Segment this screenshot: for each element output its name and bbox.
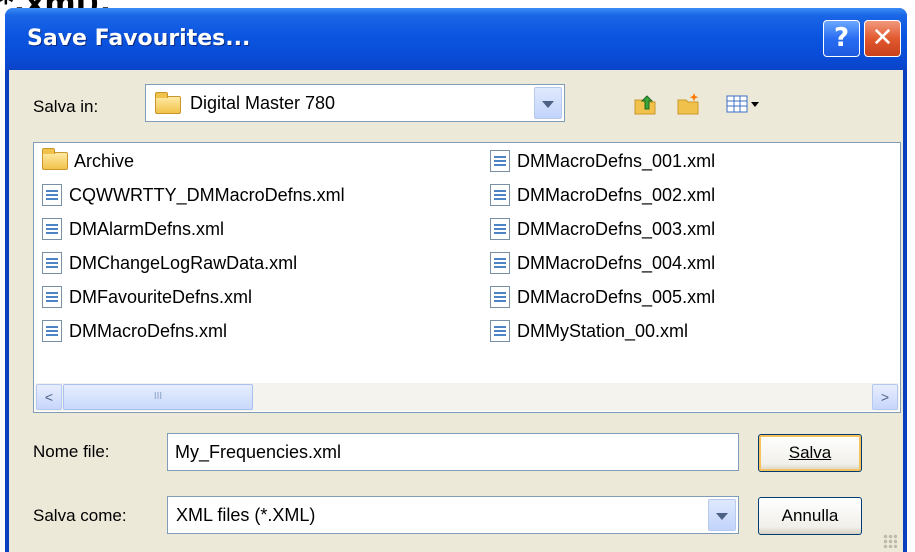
file-item[interactable]: DMAlarmDefns.xml [42,215,224,243]
xml-file-icon [490,286,510,308]
folder-icon [42,148,68,170]
file-name: DMMacroDefns_001.xml [517,150,716,171]
chevron-down-icon[interactable] [534,87,562,119]
save-in-label: Salva in: [33,97,99,116]
xml-file-icon [490,150,510,172]
horizontal-scrollbar[interactable]: < III > [35,383,899,411]
file-name: DMMacroDefns_005.xml [517,286,716,307]
xml-file-icon [490,252,510,274]
xml-file-icon [42,218,62,240]
file-item[interactable]: DMMyStation_00.xml [490,317,688,345]
filetype-label: Salva come: [33,506,127,525]
resize-grip-icon[interactable] [883,534,897,548]
new-folder-icon[interactable] [676,92,700,116]
file-item[interactable]: DMMacroDefns.xml [42,317,227,345]
close-button[interactable]: ✕ [864,20,901,57]
filetype-dropdown[interactable]: XML files (*.XML) [167,496,739,534]
dialog-body: Salva in: Digital Master 780 Archive CQWW… [9,70,903,552]
file-item[interactable]: DMFavouriteDefns.xml [42,283,252,311]
file-name: DMMacroDefns.xml [69,320,228,341]
scroll-right-button[interactable]: > [872,384,898,410]
folder-item[interactable]: Archive [42,147,134,175]
filename-input[interactable]: My_Frequencies.xml [167,433,739,471]
folder-icon [155,92,181,114]
file-name: Archive [74,150,135,171]
chevron-down-icon[interactable] [708,499,736,531]
cancel-button[interactable]: Annulla [758,497,862,535]
xml-file-icon [490,320,510,342]
xml-file-icon [490,184,510,206]
file-item[interactable]: DMMacroDefns_004.xml [490,249,715,277]
filename-label: Nome file: [33,442,110,461]
xml-file-icon [42,184,62,206]
up-folder-icon[interactable] [633,92,657,116]
filetype-value: XML files (*.XML) [176,505,316,525]
file-name: DMMacroDefns_004.xml [517,252,716,273]
file-item[interactable]: CQWWRTTY_DMMacroDefns.xml [42,181,345,209]
file-item[interactable]: DMMacroDefns_001.xml [490,147,715,175]
save-button[interactable]: Salva [758,434,862,472]
xml-file-icon [42,252,62,274]
dialog-title: Save Favourites... [27,26,251,51]
file-name: DMMacroDefns_003.xml [517,218,716,239]
view-menu-icon[interactable] [725,92,761,116]
xml-file-icon [490,218,510,240]
scroll-left-button[interactable]: < [36,384,62,410]
file-item[interactable]: DMMacroDefns_005.xml [490,283,715,311]
file-name: CQWWRTTY_DMMacroDefns.xml [69,184,345,205]
file-name: DMMyStation_00.xml [517,320,689,341]
xml-file-icon [42,320,62,342]
scroll-thumb[interactable]: III [63,384,253,410]
file-name: DMFavouriteDefns.xml [69,286,253,307]
file-item[interactable]: DMMacroDefns_003.xml [490,215,715,243]
xml-file-icon [42,286,62,308]
file-name: DMAlarmDefns.xml [69,218,225,239]
file-name: DMChangeLogRawData.xml [69,252,298,273]
file-name: DMMacroDefns_002.xml [517,184,716,205]
save-in-folder: Digital Master 780 [190,93,336,113]
help-button[interactable]: ? [823,20,860,57]
file-item[interactable]: DMMacroDefns_002.xml [490,181,715,209]
file-list[interactable]: Archive CQWWRTTY_DMMacroDefns.xml DMAlarmD… [33,142,901,413]
save-dialog: Save Favourites... ? ✕ Salva in: Digital… [5,8,907,552]
title-bar[interactable]: Save Favourites... ? ✕ [5,8,907,70]
file-item[interactable]: DMChangeLogRawData.xml [42,249,297,277]
save-in-dropdown[interactable]: Digital Master 780 [145,84,565,122]
